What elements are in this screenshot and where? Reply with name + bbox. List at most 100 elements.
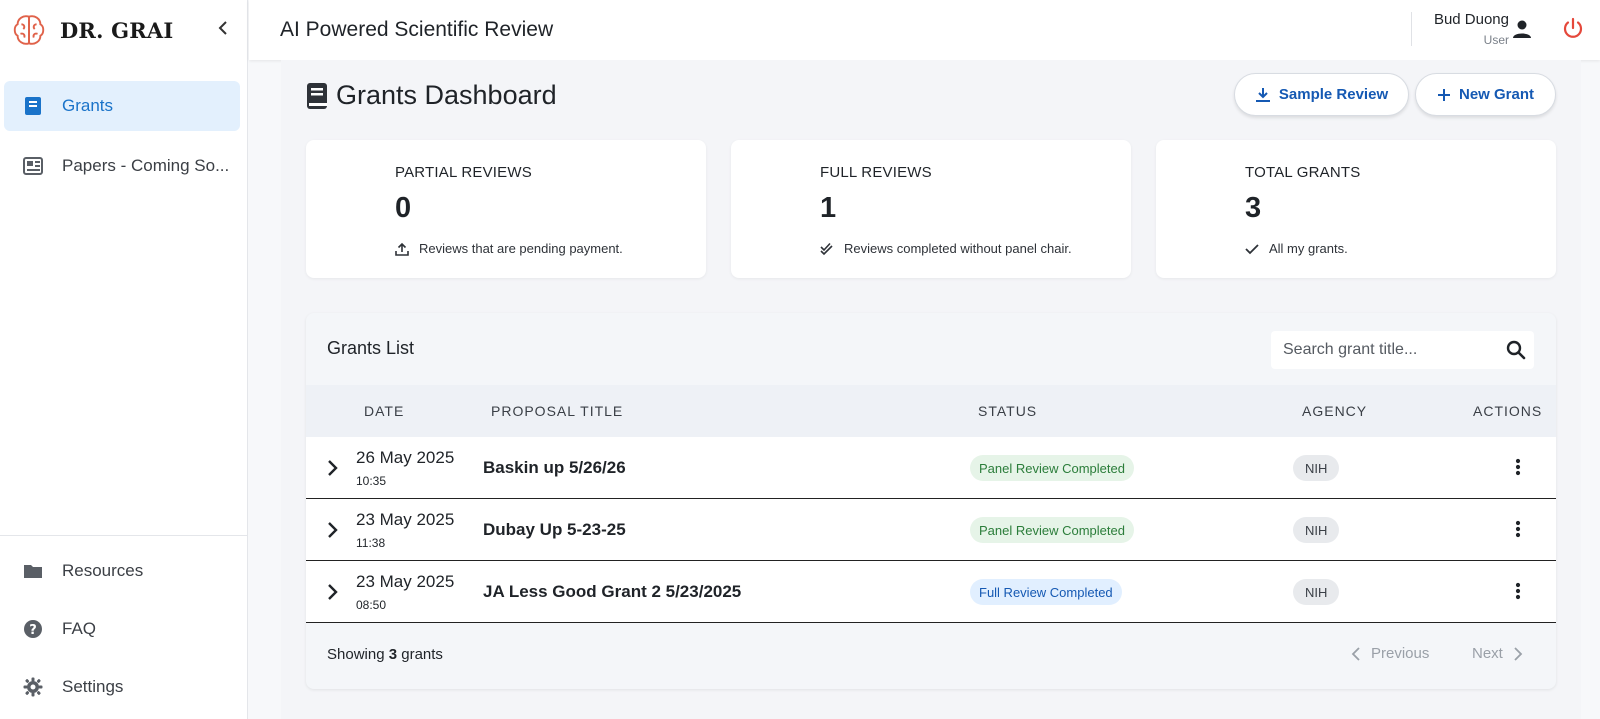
- app-title: AI Powered Scientific Review: [280, 18, 554, 41]
- download-icon: [1255, 87, 1270, 102]
- row-actions-button[interactable]: [1506, 578, 1530, 604]
- row-date: 23 May 2025: [356, 510, 455, 529]
- sidebar-item-grants[interactable]: Grants: [4, 81, 240, 131]
- sidebar-item-label: FAQ: [62, 619, 97, 638]
- sidebar-item-label: Grants: [62, 96, 114, 115]
- table-header: DATE PROPOSAL TITLE STATUS AGENCY ACTION…: [306, 385, 1556, 437]
- book-icon: [22, 95, 44, 117]
- sidebar-item-settings[interactable]: Settings: [4, 662, 240, 712]
- table-row[interactable]: 26 May 2025 10:35 Baskin up 5/26/26 Pane…: [306, 437, 1556, 499]
- column-header-actions: ACTIONS: [1473, 403, 1543, 419]
- next-page-button[interactable]: Next: [1472, 645, 1523, 662]
- user-icon[interactable]: [1510, 17, 1534, 41]
- column-header-status[interactable]: STATUS: [978, 403, 1037, 419]
- search-input[interactable]: [1271, 341, 1491, 359]
- question-circle-icon: ?: [22, 618, 44, 640]
- showing-count: Showing 3 grants: [327, 646, 443, 663]
- next-label: Next: [1472, 645, 1503, 662]
- row-date: 23 May 2025: [356, 572, 455, 591]
- status-badge: Panel Review Completed: [970, 517, 1134, 543]
- kebab-menu-icon: [1515, 582, 1521, 600]
- sidebar-item-faq[interactable]: ? FAQ: [4, 604, 240, 654]
- chevron-left-icon: [218, 21, 227, 35]
- previous-page-button[interactable]: Previous: [1351, 645, 1429, 662]
- collapse-sidebar-button[interactable]: [212, 16, 236, 40]
- stat-value: 3: [1245, 192, 1262, 224]
- table-body: 26 May 2025 10:35 Baskin up 5/26/26 Pane…: [306, 437, 1556, 623]
- page-title-wrap: Grants Dashboard: [306, 80, 557, 111]
- stat-label: PARTIAL REVIEWS: [395, 164, 532, 181]
- row-proposal-title[interactable]: Dubay Up 5-23-25: [483, 520, 626, 540]
- kebab-menu-icon: [1515, 458, 1521, 476]
- row-actions-button[interactable]: [1506, 516, 1530, 542]
- stat-label: TOTAL GRANTS: [1245, 164, 1361, 181]
- double-check-icon: [820, 242, 833, 255]
- stat-card-full-reviews: FULL REVIEWS 1 Reviews completed without…: [731, 140, 1131, 278]
- book-icon: [307, 82, 327, 109]
- new-grant-button[interactable]: New Grant: [1415, 73, 1556, 116]
- stat-card-partial-reviews: PARTIAL REVIEWS 0 Reviews that are pendi…: [306, 140, 706, 278]
- brain-logo-icon: [13, 15, 45, 45]
- plus-icon: [1437, 88, 1450, 101]
- row-time: 10:35: [356, 474, 387, 488]
- sample-review-button[interactable]: Sample Review: [1234, 73, 1409, 116]
- stat-label: FULL REVIEWS: [820, 164, 932, 181]
- previous-label: Previous: [1371, 645, 1430, 662]
- search-icon[interactable]: [1506, 340, 1526, 360]
- upload-icon: [395, 242, 409, 256]
- newspaper-icon: [22, 155, 44, 177]
- search-box: [1271, 331, 1534, 369]
- sample-review-label: Sample Review: [1278, 86, 1389, 103]
- check-icon: [1245, 243, 1259, 254]
- column-header-agency[interactable]: AGENCY: [1302, 403, 1367, 419]
- sidebar-item-papers[interactable]: Papers - Coming So...: [4, 141, 240, 191]
- power-icon[interactable]: [1561, 16, 1585, 40]
- svg-text:?: ?: [29, 623, 37, 638]
- sidebar-item-label: Papers - Coming So...: [62, 156, 230, 175]
- stat-desc-text: Reviews completed without panel chair.: [844, 241, 1072, 256]
- folder-icon: [22, 560, 44, 582]
- table-row[interactable]: 23 May 2025 08:50 JA Less Good Grant 2 5…: [306, 561, 1556, 623]
- row-proposal-title[interactable]: JA Less Good Grant 2 5/23/2025: [483, 582, 741, 602]
- table-row[interactable]: 23 May 2025 11:38 Dubay Up 5-23-25 Panel…: [306, 499, 1556, 561]
- stat-value: 0: [395, 192, 412, 224]
- sidebar: DR. GRAI Grants Papers - Coming So... Re…: [0, 0, 248, 719]
- page-title: Grants Dashboard: [336, 80, 557, 110]
- agency-badge: NIH: [1293, 517, 1340, 543]
- stat-card-total-grants: TOTAL GRANTS 3 All my grants.: [1156, 140, 1556, 278]
- row-actions-button[interactable]: [1506, 454, 1530, 480]
- sidebar-divider: [0, 535, 248, 536]
- showing-prefix: Showing: [327, 646, 385, 663]
- stat-desc-text: All my grants.: [1269, 241, 1348, 256]
- chevron-right-icon[interactable]: [320, 518, 344, 542]
- new-grant-label: New Grant: [1458, 86, 1534, 103]
- row-proposal-title[interactable]: Baskin up 5/26/26: [483, 458, 626, 478]
- grants-list-card: Grants List DATE PROPOSAL TITLE STATUS A…: [306, 313, 1556, 689]
- status-badge: Panel Review Completed: [970, 455, 1134, 481]
- agency-badge: NIH: [1293, 579, 1340, 605]
- row-date: 26 May 2025: [356, 448, 455, 467]
- gear-icon: [22, 676, 44, 698]
- stat-desc-text: Reviews that are pending payment.: [419, 241, 623, 256]
- column-header-date[interactable]: DATE: [364, 403, 404, 419]
- chevron-left-icon: [1351, 646, 1360, 661]
- row-time: 08:50: [356, 598, 387, 612]
- sidebar-item-label: Settings: [62, 677, 124, 696]
- brand-name: DR. GRAI: [60, 17, 174, 43]
- column-header-proposal-title[interactable]: PROPOSAL TITLE: [491, 403, 623, 419]
- sidebar-item-label: Resources: [62, 561, 144, 580]
- user-role: User: [1483, 33, 1509, 47]
- stat-desc: Reviews that are pending payment.: [395, 241, 623, 256]
- chevron-right-icon[interactable]: [320, 456, 344, 480]
- brand: DR. GRAI: [0, 0, 247, 60]
- chevron-right-icon[interactable]: [320, 580, 344, 604]
- status-badge: Full Review Completed: [970, 579, 1122, 605]
- agency-badge: NIH: [1293, 455, 1340, 481]
- grants-list-title: Grants List: [327, 338, 415, 358]
- showing-suffix: grants: [401, 646, 443, 663]
- chevron-right-icon: [1514, 646, 1523, 661]
- top-header: AI Powered Scientific Review Bud Duong U…: [249, 0, 1600, 60]
- row-time: 11:38: [356, 536, 386, 550]
- header-divider: [1411, 12, 1412, 46]
- sidebar-item-resources[interactable]: Resources: [4, 546, 240, 596]
